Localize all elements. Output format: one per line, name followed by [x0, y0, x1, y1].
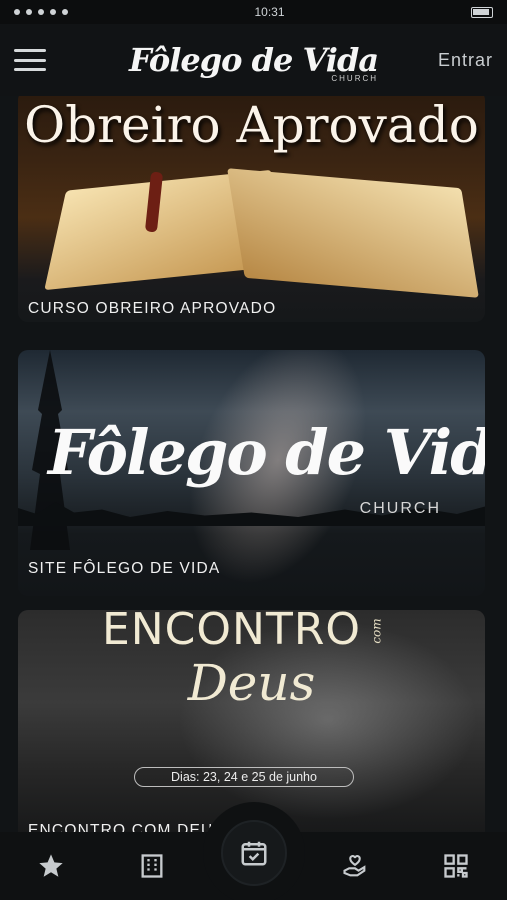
- banner-text-small: com: [369, 618, 384, 644]
- tab-agenda[interactable]: [203, 802, 305, 900]
- card-title: SITE FÔLEGO DE VIDA: [28, 560, 221, 577]
- tab-favorites[interactable]: [26, 841, 76, 891]
- app-header: Fôlego de Vida CHURCH Entrar: [0, 24, 507, 96]
- signal-indicator: [14, 9, 68, 15]
- course-card-obreiro[interactable]: Obreiro Aprovado CURSO OBREIRO APROVADO: [18, 96, 485, 322]
- banner-subtext: CHURCH: [359, 500, 441, 517]
- calendar-check-icon: [241, 841, 267, 866]
- status-time: 10:31: [254, 5, 285, 19]
- card-title: ENCONTRO COM DEUS: [28, 822, 225, 832]
- tab-church[interactable]: [127, 841, 177, 891]
- card-title: CURSO OBREIRO APROVADO: [28, 300, 277, 317]
- hamburger-icon[interactable]: [14, 49, 46, 71]
- tab-donate[interactable]: [330, 841, 380, 891]
- building-icon: [141, 854, 163, 878]
- content-feed: Obreiro Aprovado CURSO OBREIRO APROVADO …: [0, 96, 507, 832]
- app-logo: Fôlego de Vida CHURCH: [129, 41, 379, 83]
- bottom-tab-bar: [0, 802, 507, 900]
- logo-subtext: CHURCH: [331, 74, 379, 83]
- bible-page-right: [227, 168, 479, 298]
- banner-text-script: Deus: [187, 654, 316, 712]
- qr-code-icon: [444, 854, 468, 878]
- battery-icon: [471, 6, 493, 18]
- login-button[interactable]: Entrar: [438, 50, 493, 71]
- banner-text: Obreiro Aprovado: [24, 96, 479, 154]
- site-card-folego[interactable]: Fôlego de Vida CHURCH SITE FÔLEGO DE VID…: [18, 350, 485, 596]
- event-dates: Dias: 23, 24 e 25 de junho: [134, 767, 354, 787]
- star-icon: [39, 854, 63, 877]
- event-card-encontro[interactable]: ENCONTRO com Deus Dias: 23, 24 e 25 de j…: [18, 610, 485, 832]
- status-bar: 10:31: [0, 0, 507, 24]
- heart-hand-icon: [343, 855, 366, 877]
- tab-qr[interactable]: [431, 841, 481, 891]
- banner-text: Fôlego de Vida: [48, 416, 485, 489]
